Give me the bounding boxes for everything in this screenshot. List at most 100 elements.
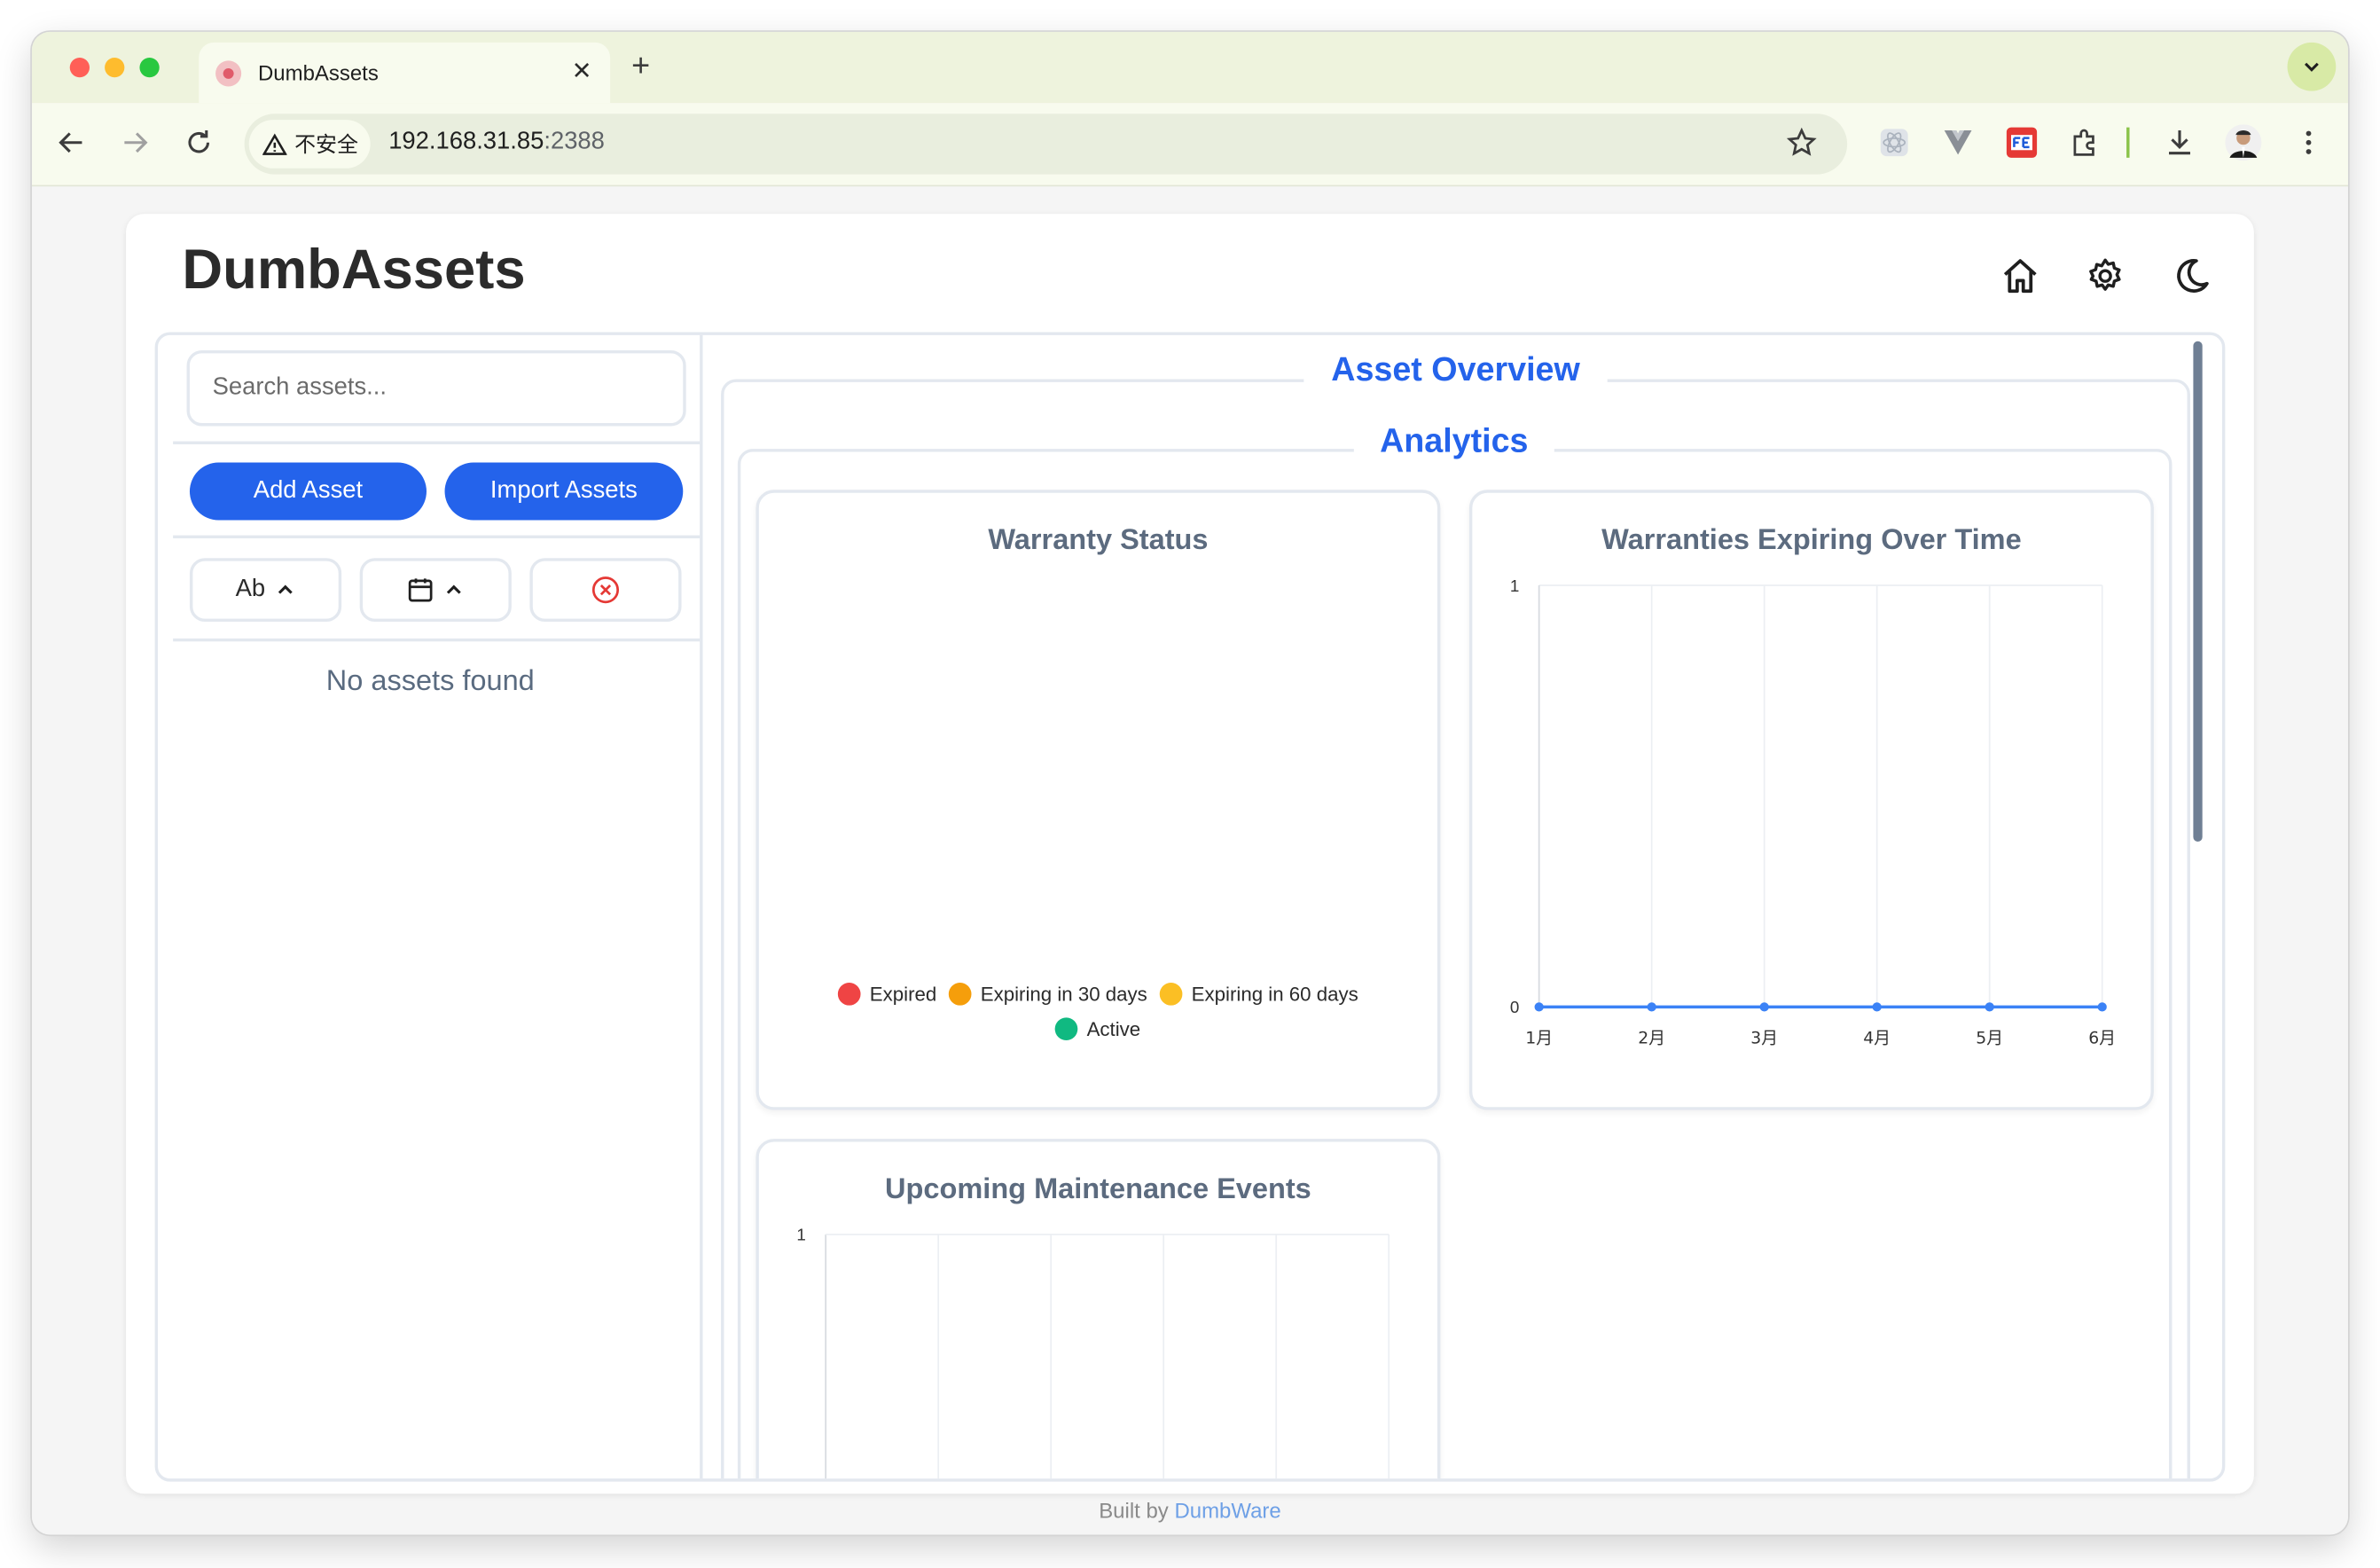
legend-swatch (837, 983, 861, 1006)
chevron-down-icon (2304, 62, 2319, 72)
x-tick-label: 3月 (1750, 1029, 1778, 1047)
x-tick-label: 1月 (1525, 1029, 1553, 1047)
warranties-expiring-card: Warranties Expiring Over Time 0 1 1月 2月 3月 4月… (1468, 490, 2154, 1110)
downloads-icon[interactable] (2161, 124, 2197, 161)
x-tick-label: 6月 (2088, 1029, 2116, 1047)
warning-triangle-icon (262, 132, 287, 154)
settings-button[interactable] (2082, 254, 2127, 299)
footer-prefix: Built by (1099, 1498, 1169, 1523)
browser-window: DumbAssets ✕ + 不安全 192.168.31.85:2388 Du… (31, 31, 2348, 1535)
react-devtools-icon[interactable] (1876, 124, 1913, 161)
asset-sidebar: Add Asset Import Assets Ab N (158, 334, 703, 1479)
x-tick-label: 2月 (1638, 1029, 1665, 1047)
bookmark-star-button[interactable] (1786, 127, 1817, 166)
chevron-up-icon (446, 584, 461, 594)
data-point (1647, 1002, 1656, 1012)
tab-close-button[interactable]: ✕ (572, 58, 592, 88)
sort-by-date-button[interactable] (359, 558, 512, 623)
legend-label: Active (1086, 1017, 1141, 1040)
data-point (1534, 1002, 1544, 1012)
legend-item-active[interactable]: Active (1054, 1017, 1141, 1040)
page-footer: Built by DumbWare (32, 1498, 2348, 1522)
maintenance-events-card: Upcoming Maintenance Events 1 (755, 1139, 1441, 1479)
profile-avatar-icon[interactable] (2225, 124, 2262, 161)
toolbar-divider (2126, 127, 2130, 158)
favicon-icon (215, 59, 242, 86)
dark-mode-moon-icon (2177, 259, 2209, 293)
calendar-icon (408, 578, 433, 602)
data-point (1985, 1002, 1994, 1012)
theme-toggle-button[interactable] (2167, 254, 2212, 299)
content-scrollbar[interactable] (2193, 341, 2203, 842)
url-host: 192.168.31.85 (388, 129, 544, 155)
browser-tab[interactable]: DumbAssets ✕ (199, 42, 611, 104)
fe-helper-icon[interactable] (2003, 124, 2039, 161)
reload-icon (188, 130, 210, 153)
search-input[interactable] (186, 349, 686, 427)
data-point (1872, 1002, 1882, 1012)
data-point (2097, 1002, 2107, 1012)
clear-circle-x-icon (591, 576, 620, 604)
browser-toolbar: 不安全 192.168.31.85:2388 (31, 103, 2348, 187)
home-button[interactable] (1998, 254, 2043, 299)
settings-gear-icon (2089, 258, 2121, 291)
main-panel: Add Asset Import Assets Ab N (154, 332, 2226, 1482)
data-point (1759, 1002, 1769, 1012)
back-button[interactable] (51, 123, 91, 162)
vue-devtools-icon[interactable] (1940, 124, 1977, 161)
arrow-right-icon (124, 132, 148, 153)
reload-button[interactable] (179, 123, 219, 162)
sidebar-divider (173, 638, 701, 642)
page-viewport: DumbAssets Add Asset Import Assets Ab (31, 186, 2348, 1535)
sort-name-label: Ab (235, 576, 266, 602)
empty-state-text: No assets found (325, 665, 535, 698)
tab-strip: DumbAssets ✕ + (31, 31, 2348, 104)
tab-title: DumbAssets (257, 60, 379, 85)
sidebar-divider (173, 535, 701, 539)
url-port: :2388 (544, 129, 605, 155)
legend-item-expiring-60[interactable]: Expiring in 60 days (1159, 983, 1358, 1006)
browser-menu-button[interactable] (2290, 124, 2327, 161)
clear-filters-button[interactable] (529, 558, 682, 623)
legend-label: Expiring in 30 days (980, 983, 1147, 1006)
app-container: DumbAssets Add Asset Import Assets Ab (126, 214, 2254, 1494)
chevron-up-icon (278, 584, 293, 594)
extensions-puzzle-icon[interactable] (2067, 124, 2103, 161)
address-bar[interactable]: 不安全 192.168.31.85:2388 (244, 114, 1848, 175)
add-asset-button[interactable]: Add Asset (189, 462, 427, 521)
legend-swatch (1159, 983, 1183, 1006)
analytics-title: Analytics (1353, 421, 1554, 461)
y-tick-label: 1 (1510, 576, 1519, 595)
warranty-status-card: Warranty Status Expired Expiring in 30 d… (755, 490, 1441, 1110)
url-text[interactable]: 192.168.31.85:2388 (388, 129, 605, 156)
legend-swatch (1054, 1017, 1078, 1040)
star-icon (1786, 127, 1817, 156)
sidebar-divider (173, 441, 701, 445)
home-icon (2003, 259, 2037, 294)
minimize-window-button[interactable] (105, 57, 125, 78)
new-tab-button[interactable]: + (631, 50, 650, 83)
kebab-menu-icon (2306, 130, 2312, 154)
arrow-left-icon (59, 132, 82, 153)
security-indicator[interactable]: 不安全 (248, 120, 371, 169)
dashboard-content: Asset Overview Analytics Warranty Status… (706, 335, 2222, 1479)
y-tick-label: 0 (1510, 998, 1519, 1016)
screenshot-stage: DumbAssets ✕ + 不安全 192.168.31.85:2388 Du… (0, 0, 2380, 1568)
close-window-button[interactable] (69, 57, 90, 78)
forward-button[interactable] (115, 123, 155, 162)
dumbware-link[interactable]: DumbWare (1174, 1498, 1280, 1522)
sort-by-name-button[interactable]: Ab (189, 558, 342, 623)
maintenance-events-chart: 1 (796, 1226, 1390, 1479)
x-tick-label: 5月 (1976, 1029, 2003, 1047)
import-assets-button[interactable]: Import Assets (444, 462, 684, 521)
app-title: DumbAssets (182, 238, 526, 301)
x-tick-label: 4月 (1863, 1029, 1891, 1047)
legend-label: Expiring in 60 days (1191, 983, 1358, 1006)
tab-search-button[interactable] (2287, 42, 2337, 91)
warranties-expiring-chart: 0 1 1月 2月 3月 4月 5月 6月 (1510, 576, 2116, 1048)
legend-item-expiring-30[interactable]: Expiring in 30 days (948, 983, 1147, 1006)
security-label: 不安全 (294, 131, 358, 157)
zoom-window-button[interactable] (139, 57, 160, 78)
asset-overview-title: Asset Overview (1304, 349, 1608, 390)
legend-item-expired[interactable]: Expired (837, 983, 936, 1006)
